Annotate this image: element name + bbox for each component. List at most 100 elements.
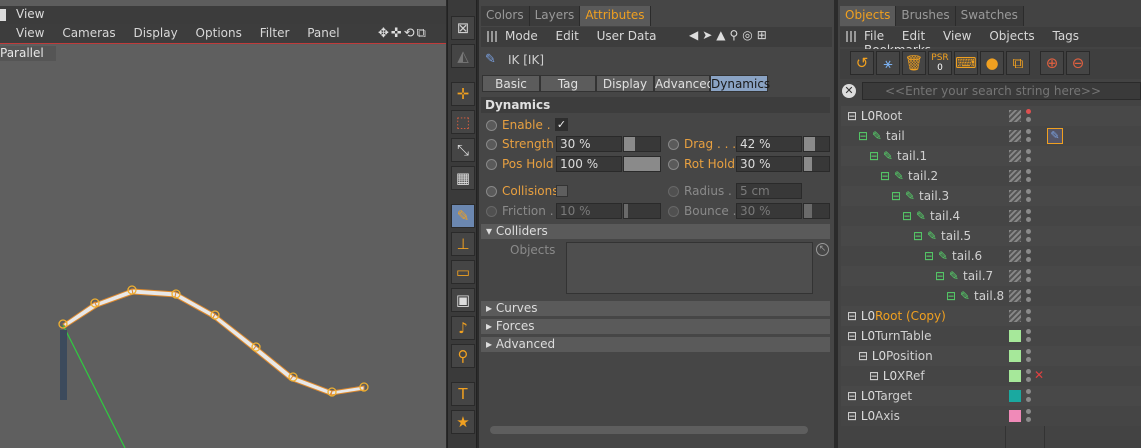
object-name[interactable]: tail.8 — [974, 289, 1004, 303]
menu-cameras[interactable]: Cameras — [62, 26, 115, 40]
layer-color-swatch[interactable] — [1009, 270, 1021, 282]
editor-visibility-dot[interactable] — [1026, 249, 1031, 254]
menu-panel[interactable]: Panel — [307, 26, 339, 40]
render-visibility-dot[interactable] — [1026, 337, 1031, 342]
editor-visibility-dot[interactable] — [1026, 229, 1031, 234]
tab-objects[interactable]: Objects — [840, 6, 897, 26]
render-visibility-dot[interactable] — [1026, 377, 1031, 382]
friction-field[interactable]: 10 % — [556, 203, 622, 219]
colliders-objects-list[interactable] — [566, 242, 813, 294]
render-visibility-dot[interactable] — [1026, 177, 1031, 182]
tree-row[interactable]: ⊟ L0 Root (Copy) — [841, 306, 1141, 326]
menu-user-data[interactable]: User Data — [597, 29, 657, 43]
render-visibility-dot[interactable] — [1026, 317, 1031, 322]
editor-visibility-dot[interactable] — [1026, 149, 1031, 154]
friction-animate-radio[interactable] — [486, 206, 497, 217]
editor-visibility-dot[interactable] — [1026, 409, 1031, 414]
editor-visibility-dot[interactable] — [1026, 329, 1031, 334]
drag-animate-radio[interactable] — [668, 139, 679, 150]
magnifier-tool-icon[interactable]: ⚲ — [451, 344, 475, 368]
bounce-field[interactable]: 30 % — [736, 203, 802, 219]
group-icon[interactable]: ● — [980, 51, 1004, 75]
ik-tag-icon[interactable]: ✎ — [1047, 128, 1063, 144]
key-icon[interactable]: ⌨ — [954, 51, 978, 75]
render-visibility-dot[interactable] — [1026, 137, 1031, 142]
layer-color-swatch[interactable] — [1009, 310, 1021, 322]
tree-row[interactable]: ⊟ L0 XRef ✕ — [841, 366, 1141, 386]
object-name[interactable]: tail.6 — [952, 249, 982, 263]
move-tool-icon[interactable]: ✛ — [451, 82, 475, 106]
object-name[interactable]: tail.5 — [941, 229, 971, 243]
object-name[interactable]: tail.3 — [919, 189, 949, 203]
menu-filter[interactable]: Filter — [260, 26, 290, 40]
object-name[interactable]: tail.7 — [963, 269, 993, 283]
editor-visibility-dot[interactable] — [1026, 169, 1031, 174]
layer-color-swatch[interactable] — [1009, 170, 1021, 182]
object-name[interactable]: tail.1 — [897, 149, 927, 163]
strength-animate-radio[interactable] — [486, 139, 497, 150]
object-name[interactable]: tail.4 — [930, 209, 960, 223]
bounce-slider[interactable] — [803, 203, 830, 219]
undo-view-icon[interactable]: ⊠ — [451, 16, 475, 40]
joint-tool-icon[interactable]: ⚹ — [876, 51, 900, 75]
menu-objects[interactable]: Objects — [989, 29, 1034, 43]
attributes-nav-icons[interactable]: ◀➤▲⚲◎⊞ — [689, 28, 771, 42]
subtab-tag[interactable]: Tag — [540, 75, 596, 92]
object-name[interactable]: Root (Copy) — [875, 309, 946, 323]
layer-color-swatch[interactable] — [1009, 210, 1021, 222]
tree-row[interactable]: ⊟ ✎ tail.3 — [841, 186, 1141, 206]
render-visibility-dot[interactable] — [1026, 397, 1031, 402]
forces-section[interactable]: ▸ Forces — [481, 319, 830, 334]
pick-object-icon[interactable]: ↖ — [816, 243, 829, 256]
viewport-nav-icons[interactable]: ✥✜⟲⧉ — [378, 26, 444, 41]
editor-visibility-dot[interactable] — [1026, 389, 1031, 394]
live-selection-icon[interactable]: ⤡ — [451, 138, 475, 162]
tab-swatches[interactable]: Swatches — [956, 6, 1024, 26]
editor-visibility-dot[interactable] — [1026, 289, 1031, 294]
colliders-section[interactable]: ▾ Colliders — [481, 224, 830, 239]
subtab-display[interactable]: Display — [596, 75, 654, 92]
poshold-slider[interactable] — [623, 156, 661, 172]
rectangle-selection-icon[interactable]: ⬚ — [451, 110, 475, 134]
remove-child-icon[interactable]: ⊖ — [1066, 51, 1090, 75]
tree-row[interactable]: ⊟ ✎ tail.6 — [841, 246, 1141, 266]
layer-color-swatch[interactable] — [1009, 390, 1021, 402]
strength-field[interactable]: 30 % — [556, 136, 622, 152]
text-tool-icon[interactable]: T — [451, 382, 475, 406]
object-name[interactable]: Axis — [875, 409, 900, 423]
tree-row[interactable]: ⊟ ✎ tail.8 — [841, 286, 1141, 306]
ik-chain-drawing[interactable] — [0, 45, 446, 448]
tree-row[interactable]: ⊟ ✎ tail.5 — [841, 226, 1141, 246]
disabled-x-icon[interactable]: ✕ — [1034, 368, 1044, 382]
render-visibility-dot[interactable] — [1026, 217, 1031, 222]
enable-checkbox[interactable]: ✓ — [555, 118, 568, 131]
menu-file[interactable]: File — [864, 29, 884, 43]
object-name[interactable]: Position — [886, 349, 933, 363]
render-visibility-dot[interactable] — [1026, 197, 1031, 202]
menu-mode[interactable]: Mode — [505, 29, 538, 43]
close-search-icon[interactable]: ✕ — [842, 84, 856, 98]
subtab-dynamics[interactable]: Dynamics — [710, 75, 770, 92]
tab-colors[interactable]: Colors — [481, 6, 530, 26]
layer-color-swatch[interactable] — [1009, 410, 1021, 422]
hierarchy-icon[interactable]: ⧉ — [1006, 51, 1030, 75]
poshold-field[interactable]: 100 % — [556, 156, 622, 172]
delete-icon[interactable]: 🗑 — [902, 51, 926, 75]
add-child-icon[interactable]: ⊕ — [1040, 51, 1064, 75]
bounce-animate-radio[interactable] — [668, 206, 679, 217]
radius-field[interactable]: 5 cm — [736, 183, 802, 199]
tree-row[interactable]: ⊟ ✎ tail.4 — [841, 206, 1141, 226]
render-visibility-dot[interactable] — [1026, 117, 1031, 122]
render-visibility-dot[interactable] — [1026, 157, 1031, 162]
collisions-animate-radio[interactable] — [486, 186, 497, 197]
window-view-menu[interactable]: View — [16, 7, 44, 21]
subtab-basic[interactable]: Basic — [482, 75, 540, 92]
model-tool-icon[interactable]: ◭ — [451, 44, 475, 68]
strength-slider[interactable] — [623, 136, 661, 152]
object-name[interactable]: Target — [875, 389, 912, 403]
tree-row[interactable]: ⊟ L0 TurnTable — [841, 326, 1141, 346]
editor-visibility-dot[interactable] — [1026, 309, 1031, 314]
enable-animate-radio[interactable] — [486, 120, 497, 131]
layer-color-swatch[interactable] — [1009, 230, 1021, 242]
menu-options[interactable]: Options — [196, 26, 242, 40]
